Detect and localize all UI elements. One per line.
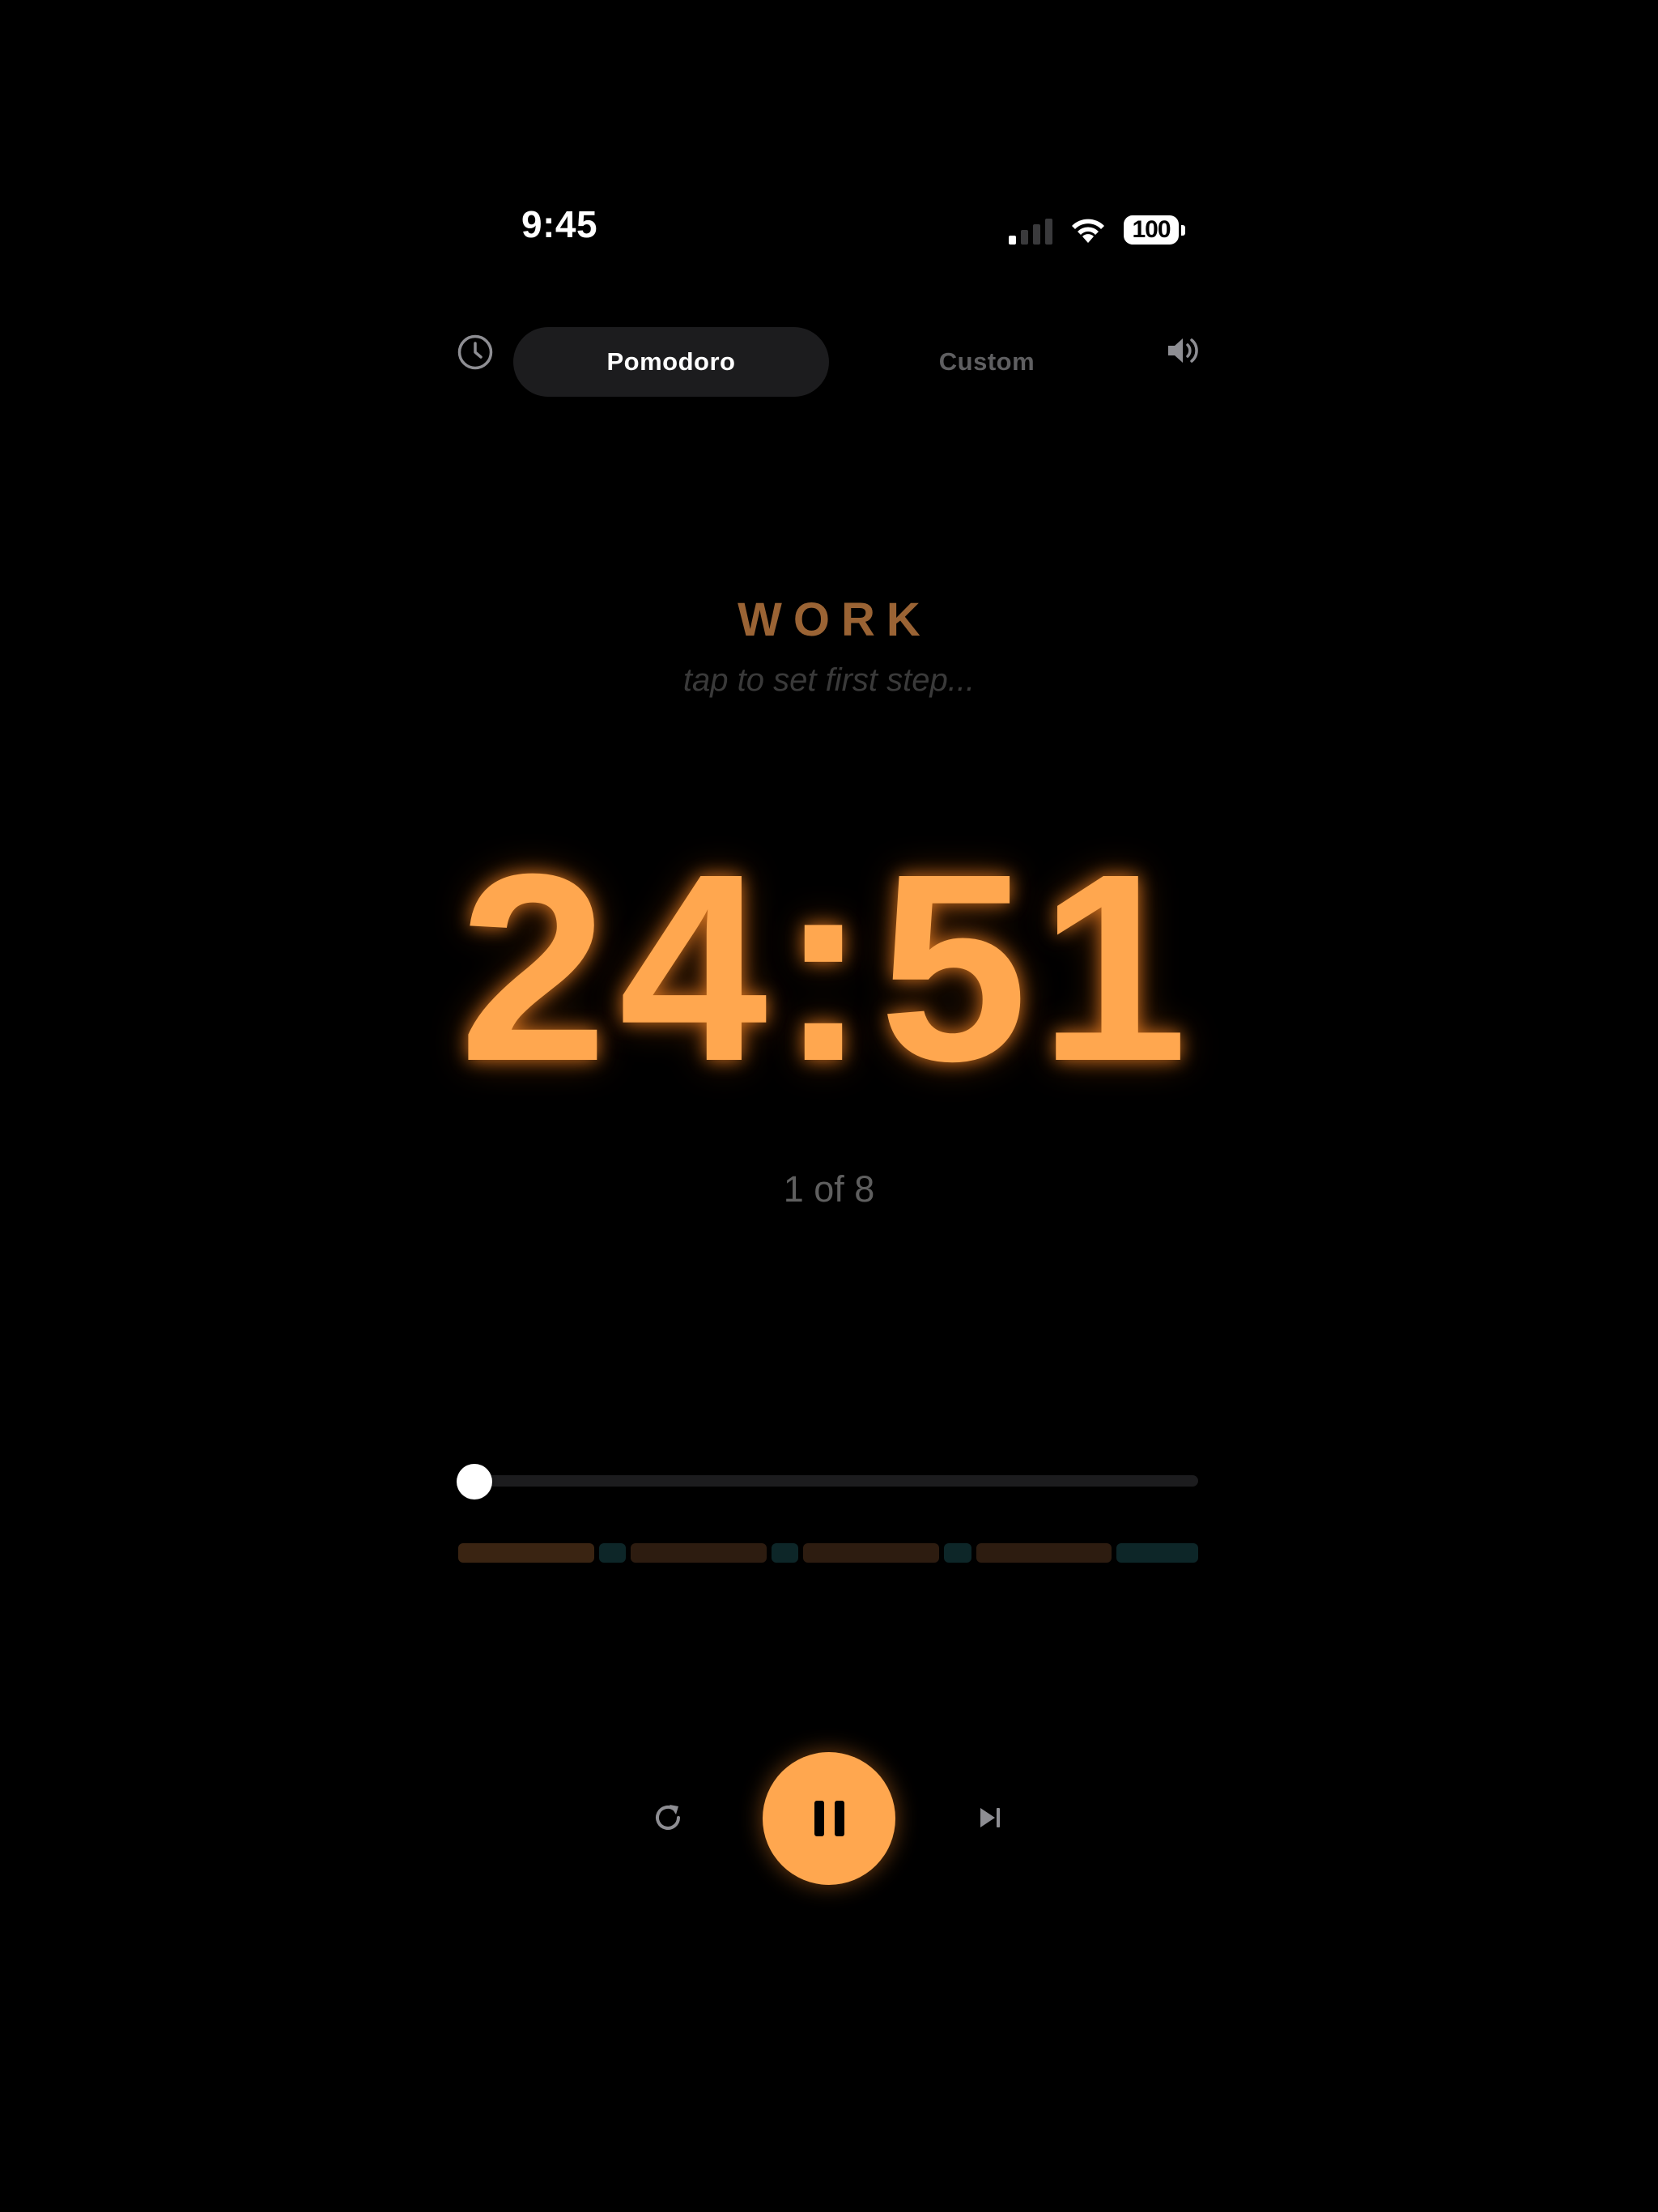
battery-icon: 100 (1124, 215, 1185, 245)
segment-short-break (598, 1543, 627, 1563)
progress-slider-thumb[interactable] (457, 1464, 493, 1499)
segment-short-break (771, 1543, 799, 1563)
segment-work (976, 1543, 1112, 1563)
history-button[interactable] (455, 332, 495, 372)
tab-custom[interactable]: Custom (829, 327, 1145, 397)
first-step-hint[interactable]: tap to set first step... (0, 662, 1658, 699)
restart-button[interactable] (648, 1797, 688, 1838)
tab-pomodoro[interactable]: Pomodoro (513, 327, 829, 397)
pomodoro-screen: 9:45 100 Pomodoro Custom WORK tap to set… (0, 0, 1658, 2212)
segment-long-break (1116, 1543, 1198, 1563)
status-time: 9:45 (521, 203, 598, 245)
round-counter: 1 of 8 (783, 1168, 875, 1210)
restart-icon (656, 1805, 680, 1830)
segment-work (631, 1543, 767, 1563)
status-icons: 100 (1009, 212, 1185, 248)
clock-icon (457, 334, 493, 370)
wifi-icon (1072, 219, 1104, 243)
segment-work (458, 1543, 594, 1563)
timer-display: 24:51 (458, 818, 1199, 1117)
skip-button[interactable] (970, 1797, 1010, 1838)
cellular-signal-icon (1009, 215, 1052, 245)
skip-next-icon (980, 1808, 1000, 1827)
battery-level: 100 (1124, 215, 1179, 245)
progress-slider-track[interactable] (460, 1475, 1198, 1487)
phase-label: WORK (738, 593, 932, 646)
pause-button[interactable] (763, 1752, 895, 1885)
speaker-icon (1168, 338, 1198, 363)
sound-toggle-button[interactable] (1163, 330, 1203, 371)
pause-icon (814, 1801, 844, 1836)
mode-switch: Pomodoro Custom (513, 327, 1161, 397)
segment-short-break (944, 1543, 971, 1563)
session-segments (458, 1543, 1198, 1563)
segment-work (803, 1543, 940, 1563)
